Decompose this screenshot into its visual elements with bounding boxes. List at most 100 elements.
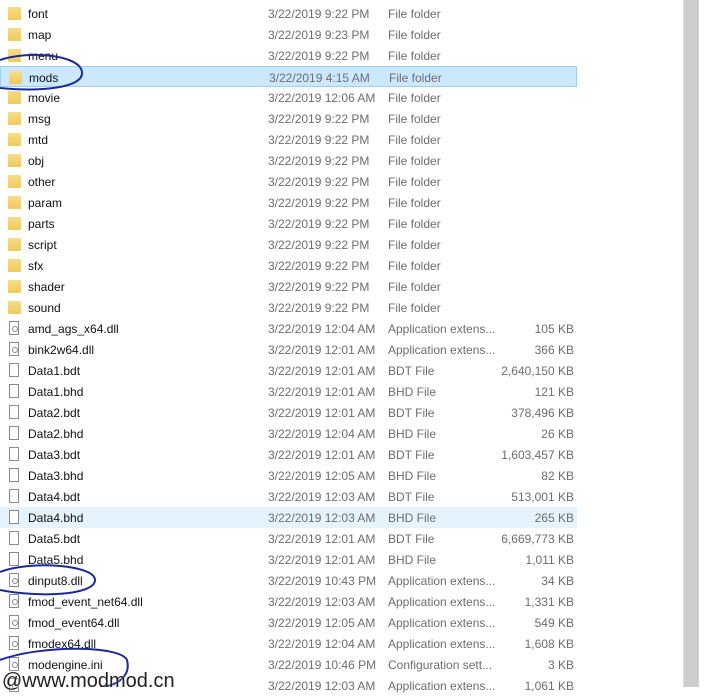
file-row[interactable]: font 3/22/2019 9:22 PM File folder	[0, 3, 577, 24]
vertical-scrollbar[interactable]	[683, 0, 699, 687]
file-name: param	[28, 196, 63, 210]
file-row[interactable]: amd_ags_x64.dll 3/22/2019 12:04 AM Applica…	[0, 318, 577, 339]
date-modified: 3/22/2019 9:22 PM	[268, 175, 370, 189]
folder-icon	[8, 91, 21, 104]
file-name: Data5.bhd	[28, 553, 84, 567]
file-row[interactable]: fmodex64.dll 3/22/2019 12:04 AM Applicatio…	[0, 633, 577, 654]
file-name: mtd	[28, 133, 49, 147]
file-row[interactable]: Data3.bhd 3/22/2019 12:05 AM BHD File 82 KB	[0, 465, 577, 486]
file-name: obj	[28, 154, 45, 168]
file-row[interactable]: Data3.bdt 3/22/2019 12:01 AM BDT File 1,603…	[0, 444, 577, 465]
folder-icon	[8, 7, 21, 20]
file-row[interactable]: script 3/22/2019 9:22 PM File folder	[0, 234, 577, 255]
file-icon	[9, 468, 19, 482]
file-row[interactable]: Data5.bhd 3/22/2019 12:01 AM BHD File 1,011…	[0, 549, 577, 570]
date-modified: 3/22/2019 9:22 PM	[268, 196, 370, 210]
date-modified: 3/22/2019 12:03 AM	[268, 511, 376, 525]
file-type: BHD File	[388, 553, 437, 567]
folder-icon	[8, 238, 21, 251]
file-name: font	[28, 7, 49, 21]
date-modified: 3/22/2019 4:15 AM	[269, 71, 370, 85]
file-type: BHD File	[388, 385, 437, 399]
file-size: 34 KB	[541, 574, 574, 588]
file-row[interactable]: Data5.bdt 3/22/2019 12:01 AM BDT File 6,669…	[0, 528, 577, 549]
file-type: Application extens...	[388, 637, 496, 651]
file-name: Data5.bdt	[28, 532, 81, 546]
file-icon	[9, 489, 19, 503]
app-file-icon	[9, 657, 19, 671]
file-size: 1,061 KB	[524, 679, 574, 693]
folder-icon	[8, 112, 21, 125]
file-type: File folder	[388, 91, 441, 105]
file-size: 265 KB	[534, 511, 574, 525]
file-row[interactable]: sound 3/22/2019 9:22 PM File folder	[0, 297, 577, 318]
file-row[interactable]: shader 3/22/2019 9:22 PM File folder	[0, 276, 577, 297]
file-row[interactable]: fmod_event_net64.dll 3/22/2019 12:03 AM Ap…	[0, 591, 577, 612]
file-row[interactable]: Data4.bdt 3/22/2019 12:03 AM BDT File 513,0…	[0, 486, 577, 507]
file-row[interactable]: obj 3/22/2019 9:22 PM File folder	[0, 150, 577, 171]
file-row[interactable]: menu 3/22/2019 9:22 PM File folder	[0, 45, 577, 66]
date-modified: 3/22/2019 12:04 AM	[268, 427, 376, 441]
folder-icon	[8, 133, 21, 146]
date-modified: 3/22/2019 12:03 AM	[268, 595, 376, 609]
file-type: File folder	[388, 112, 441, 126]
file-row[interactable]: mtd 3/22/2019 9:22 PM File folder	[0, 129, 577, 150]
date-modified: 3/22/2019 9:22 PM	[268, 154, 370, 168]
file-icon	[9, 363, 19, 377]
folder-icon	[8, 217, 21, 230]
file-size: 2,640,150 KB	[501, 364, 574, 378]
file-type: File folder	[388, 259, 441, 273]
file-name: msg	[28, 112, 51, 126]
date-modified: 3/22/2019 9:22 PM	[268, 112, 370, 126]
file-type: File folder	[388, 175, 441, 189]
file-row[interactable]: parts 3/22/2019 9:22 PM File folder	[0, 213, 577, 234]
file-icon	[9, 447, 19, 461]
file-name: sound	[28, 301, 61, 315]
date-modified: 3/22/2019 9:22 PM	[268, 49, 370, 63]
file-type: File folder	[389, 71, 442, 85]
file-row[interactable]: sfx 3/22/2019 9:22 PM File folder	[0, 255, 577, 276]
date-modified: 3/22/2019 9:22 PM	[268, 217, 370, 231]
file-type: Application extens...	[388, 322, 496, 336]
file-type: Application extens...	[388, 343, 496, 357]
folder-icon	[8, 196, 21, 209]
file-row[interactable]: other 3/22/2019 9:22 PM File folder	[0, 171, 577, 192]
file-row[interactable]: dinput8.dll 3/22/2019 10:43 PM Application…	[0, 570, 577, 591]
file-row[interactable]: fmod_event64.dll 3/22/2019 12:05 AM Applic…	[0, 612, 577, 633]
file-type: File folder	[388, 133, 441, 147]
file-row[interactable]: Data1.bdt 3/22/2019 12:01 AM BDT File 2,640…	[0, 360, 577, 381]
file-type: Configuration sett...	[388, 658, 493, 672]
file-row[interactable]: map 3/22/2019 9:23 PM File folder	[0, 24, 577, 45]
file-row[interactable]: mods 3/22/2019 4:15 AM File folder	[0, 66, 577, 87]
file-row[interactable]: param 3/22/2019 9:22 PM File folder	[0, 192, 577, 213]
date-modified: 3/22/2019 9:23 PM	[268, 28, 370, 42]
file-type: Application extens...	[388, 679, 496, 693]
file-type: File folder	[388, 280, 441, 294]
file-size: 6,669,773 KB	[501, 532, 574, 546]
file-row[interactable]: movie 3/22/2019 12:06 AM File folder	[0, 87, 577, 108]
file-type: Application extens...	[388, 595, 496, 609]
file-name: Data3.bdt	[28, 448, 81, 462]
date-modified: 3/22/2019 12:04 AM	[268, 637, 376, 651]
file-name: sfx	[28, 259, 44, 273]
file-row[interactable]: Data2.bhd 3/22/2019 12:04 AM BHD File 26 KB	[0, 423, 577, 444]
file-row[interactable]: bink2w64.dll 3/22/2019 12:01 AM Applicatio…	[0, 339, 577, 360]
file-size: 82 KB	[541, 469, 574, 483]
file-name: fmod_event64.dll	[28, 616, 120, 630]
file-name: dinput8.dll	[28, 574, 83, 588]
file-row[interactable]: msg 3/22/2019 9:22 PM File folder	[0, 108, 577, 129]
date-modified: 3/22/2019 12:03 AM	[268, 490, 376, 504]
file-size: 378,496 KB	[511, 406, 574, 420]
file-name: Data2.bdt	[28, 406, 81, 420]
date-modified: 3/22/2019 12:01 AM	[268, 532, 376, 546]
file-type: BHD File	[388, 469, 437, 483]
date-modified: 3/22/2019 12:01 AM	[268, 385, 376, 399]
file-row[interactable]: Data4.bhd 3/22/2019 12:03 AM BHD File 265 K…	[0, 507, 577, 528]
file-name: fmod_event_net64.dll	[28, 595, 143, 609]
file-name: Data1.bhd	[28, 385, 84, 399]
file-row[interactable]: Data1.bhd 3/22/2019 12:01 AM BHD File 121 K…	[0, 381, 577, 402]
folder-icon	[8, 49, 21, 62]
app-file-icon	[9, 342, 19, 356]
file-row[interactable]: Data2.bdt 3/22/2019 12:01 AM BDT File 378,4…	[0, 402, 577, 423]
file-name: mods	[29, 71, 59, 85]
